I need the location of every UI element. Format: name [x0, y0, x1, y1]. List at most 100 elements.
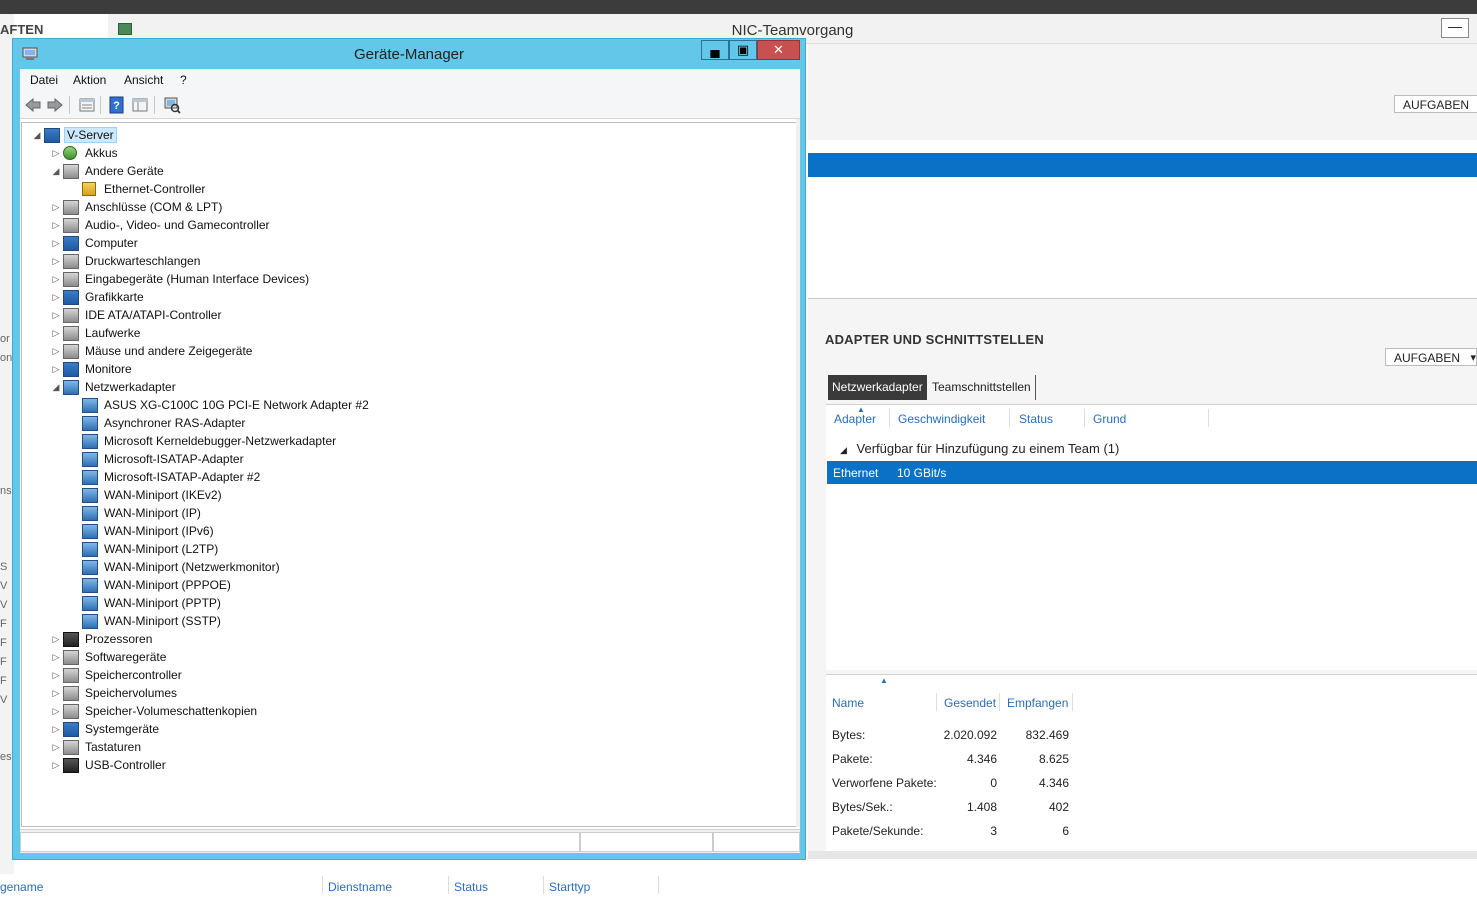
adapter-statistics: ▲ Name Gesendet Empfangen Bytes: 2.020.09…: [826, 674, 1477, 851]
tree-node-label: Akkus: [85, 146, 118, 160]
tab-team-interfaces[interactable]: Teamschnittstellen: [928, 375, 1036, 400]
menu-view[interactable]: Ansicht: [124, 73, 163, 87]
column-separator: [448, 876, 449, 894]
services-col-displayname[interactable]: gename: [0, 880, 43, 894]
speaker-icon: [63, 218, 79, 233]
expand-arrow-icon[interactable]: ▷: [51, 274, 61, 285]
menu-help[interactable]: ?: [180, 73, 187, 87]
tasks-button-top[interactable]: AUFGABEN: [1394, 95, 1477, 113]
mouse-icon: [63, 344, 79, 359]
maximize-button[interactable]: ▣: [729, 40, 757, 60]
nic-minimize-button[interactable]: —: [1441, 18, 1469, 38]
expand-arrow-icon[interactable]: ▷: [51, 310, 61, 321]
stat-received: 402: [1048, 800, 1069, 814]
collapse-arrow-icon[interactable]: ◢: [32, 130, 42, 141]
tree-node-label: Laufwerke: [85, 326, 141, 340]
tree-node-label: Andere Geräte: [85, 164, 164, 178]
col-speed[interactable]: Geschwindigkeit: [898, 412, 985, 426]
expand-arrow-icon[interactable]: ▷: [51, 256, 61, 267]
menu-file[interactable]: Datei: [30, 73, 58, 87]
stat-label: Verworfene Pakete:: [832, 776, 937, 790]
services-col-status[interactable]: Status: [454, 880, 488, 894]
network-adapter-icon: [82, 434, 98, 449]
tree-node-label: Speichervolumes: [85, 686, 178, 700]
chevron-down-icon: ▾: [1470, 352, 1476, 364]
device-manager-client: Datei Aktion Ansicht ? ? ◢ V-Server ▷ Ak…: [20, 69, 800, 853]
expand-arrow-icon[interactable]: ▷: [51, 328, 61, 339]
hid-icon: [63, 272, 79, 287]
adapter-section-title: ADAPTER UND SCHNITTSTELLEN: [825, 332, 1044, 347]
scan-hardware-icon[interactable]: [163, 96, 181, 114]
back-arrow-icon[interactable]: [24, 96, 42, 114]
expand-arrow-icon[interactable]: ▷: [51, 652, 61, 663]
expand-arrow-icon[interactable]: ▷: [51, 742, 61, 753]
forward-arrow-icon[interactable]: [46, 96, 64, 114]
col-reason[interactable]: Grund: [1093, 412, 1126, 426]
stat-received: 6: [1062, 824, 1069, 838]
stats-col-received[interactable]: Empfangen: [1007, 696, 1068, 710]
stats-col-sent[interactable]: Gesendet: [944, 696, 996, 710]
column-separator: [1208, 409, 1209, 427]
expand-arrow-icon[interactable]: ▷: [51, 670, 61, 681]
usb-icon: [63, 758, 79, 773]
col-status[interactable]: Status: [1019, 412, 1053, 426]
tree-scroll-edge: [796, 119, 800, 827]
tree-node-label: WAN-Miniport (IKEv2): [104, 488, 222, 502]
services-col-starttype[interactable]: Starttyp: [549, 880, 590, 894]
storage-controller-icon: [63, 668, 79, 683]
expand-arrow-icon[interactable]: ▷: [51, 292, 61, 303]
network-adapter-icon: [82, 542, 98, 557]
tree-node-label: Anschlüsse (COM & LPT): [85, 200, 223, 214]
unknown-device-icon: [63, 164, 79, 179]
adapter-speed: 10 GBit/s: [897, 466, 947, 480]
expand-arrow-icon[interactable]: ▷: [51, 238, 61, 249]
tree-node-label: Computer: [85, 236, 138, 250]
details-view-icon[interactable]: [131, 96, 149, 114]
expand-arrow-icon[interactable]: ▷: [51, 220, 61, 231]
expand-arrow-icon[interactable]: ▷: [51, 634, 61, 645]
properties-list-icon[interactable]: [78, 96, 96, 114]
expand-arrow-icon[interactable]: ▷: [51, 724, 61, 735]
background-section-header: AFTEN: [0, 22, 44, 37]
tree-node-label: USB-Controller: [85, 758, 166, 772]
expand-arrow-icon[interactable]: ▷: [51, 202, 61, 213]
system-device-icon: [63, 722, 79, 737]
expand-arrow-icon[interactable]: ▷: [51, 148, 61, 159]
tree-node-label: Monitore: [85, 362, 132, 376]
tasks-button-label: AUFGABEN: [1394, 351, 1461, 365]
status-bar: [20, 829, 800, 853]
tree-node-label: Audio-, Video- und Gamecontroller: [85, 218, 270, 232]
network-adapter-icon: [63, 380, 79, 395]
collapse-arrow-icon[interactable]: ◢: [51, 382, 61, 393]
adapter-row-ethernet[interactable]: Ethernet 10 GBit/s: [827, 461, 1477, 484]
tree-node-label: Prozessoren: [85, 632, 153, 646]
expand-arrow-icon[interactable]: ▷: [51, 760, 61, 771]
expand-arrow-icon[interactable]: ▷: [51, 364, 61, 375]
stats-col-name[interactable]: Name: [832, 696, 864, 710]
close-button[interactable]: ✕: [757, 40, 800, 60]
services-col-servicename[interactable]: Dienstname: [328, 880, 392, 894]
column-separator: [322, 876, 323, 894]
tree-node-label: WAN-Miniport (Netzwerkmonitor): [104, 560, 280, 574]
collapse-arrow-icon[interactable]: ◢: [51, 166, 61, 177]
team-selected-row[interactable]: [808, 153, 1477, 177]
expand-arrow-icon[interactable]: ▷: [51, 346, 61, 357]
tree-node-label: Netzwerkadapter: [85, 380, 176, 394]
device-tree[interactable]: ◢ V-Server ▷ Akkus ◢ Andere Geräte Ethernet-Co…: [21, 122, 798, 827]
help-icon[interactable]: ?: [108, 96, 126, 114]
expand-arrow-icon[interactable]: ▷: [51, 706, 61, 717]
column-separator: [1009, 409, 1010, 427]
col-adapter[interactable]: Adapter: [834, 412, 876, 426]
menu-bar: Datei Aktion Ansicht ?: [20, 69, 800, 91]
device-manager-titlebar[interactable]: Geräte-Manager ▄ ▣ ✕: [13, 39, 805, 69]
adapter-name: Ethernet: [833, 466, 879, 480]
menu-action[interactable]: Aktion: [73, 73, 106, 87]
tree-node-label: WAN-Miniport (L2TP): [104, 542, 219, 556]
network-adapter-icon: [82, 470, 98, 485]
tasks-button-adapters[interactable]: AUFGABEN ▾: [1385, 348, 1477, 366]
minimize-button[interactable]: ▄: [701, 40, 729, 60]
network-adapter-icon: [82, 596, 98, 611]
expand-arrow-icon[interactable]: ▷: [51, 688, 61, 699]
tab-network-adapters[interactable]: Netzwerkadapter: [828, 375, 927, 400]
adapter-group-header[interactable]: ◢ Verfügbar für Hinzufügung zu einem Tea…: [840, 441, 1119, 456]
